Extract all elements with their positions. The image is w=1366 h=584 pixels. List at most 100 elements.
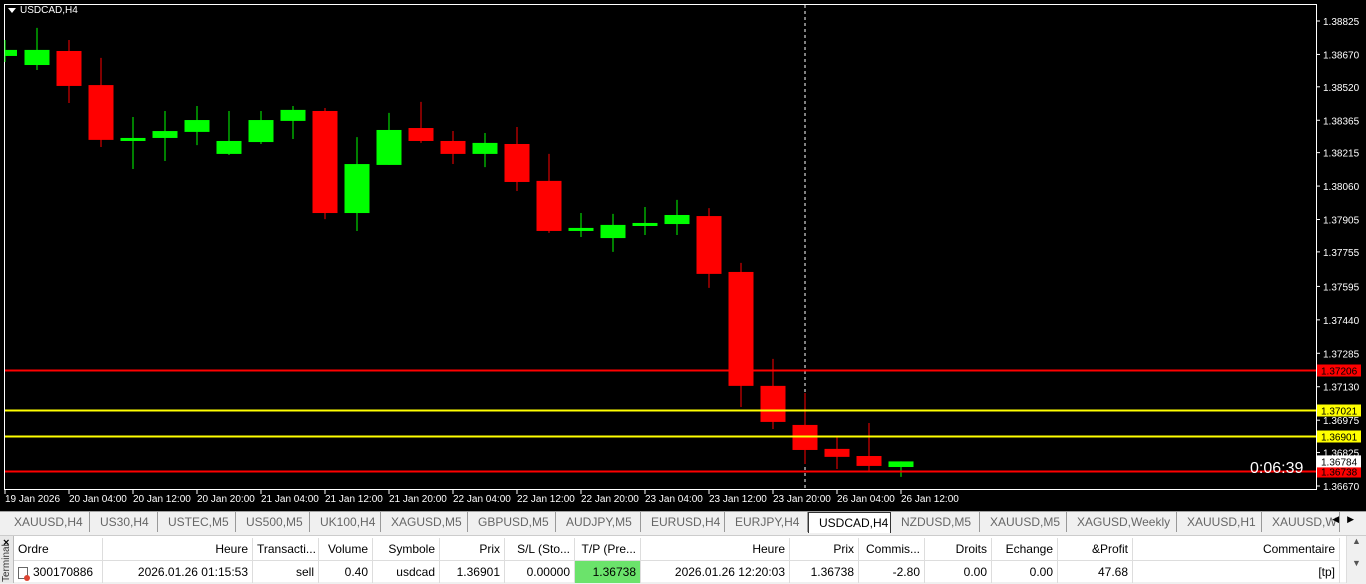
candle-body	[472, 142, 498, 154]
candle	[472, 132, 498, 168]
candle	[56, 39, 82, 103]
chart-tabs: XAUUSD,H4 US30,H4 USTEC,M5 US500,M5 UK100,H4…	[0, 511, 1366, 533]
candle	[824, 437, 850, 469]
candle	[664, 199, 690, 236]
column-header-heure[interactable]: Heure	[641, 538, 790, 560]
column-header-s-l-sto[interactable]: S/L (Sto...	[505, 538, 575, 560]
candle-body	[120, 137, 146, 141]
candle-body	[312, 110, 338, 214]
cell-value: sell	[295, 565, 314, 579]
chart-title[interactable]: USDCAD,H4	[8, 5, 78, 16]
y-tick-label: 1.37595	[1323, 282, 1360, 293]
scroll-down-icon[interactable]: ▼	[1347, 558, 1366, 568]
column-header-commis[interactable]: Commis...	[859, 538, 925, 560]
cell-transacti: sell	[253, 561, 319, 583]
tab-xauusd-w[interactable]: XAUUSD,W	[1262, 512, 1340, 532]
tab-xauusd-m5[interactable]: XAUUSD,M5	[980, 512, 1067, 532]
bar-countdown-timer: 0:06:39	[1250, 460, 1304, 477]
y-tick-label: 1.37905	[1323, 216, 1360, 227]
column-header-transacti[interactable]: Transacti...	[253, 538, 319, 560]
tab-us500-m5[interactable]: US500,M5	[236, 512, 310, 532]
x-tick-label: 22 Jan 04:00	[453, 494, 511, 505]
y-tick-label: 1.37440	[1323, 316, 1360, 327]
cell-value: 0.40	[344, 565, 368, 579]
y-tick-label: 1.38365	[1323, 116, 1360, 127]
column-header-t-p-pre[interactable]: T/P (Pre...	[575, 538, 641, 560]
cell-heure: 2026.01.26 12:20:03	[641, 561, 790, 583]
column-header-volume[interactable]: Volume	[319, 538, 373, 560]
tab-us30-h4[interactable]: US30,H4	[90, 512, 158, 532]
cell-value: 0.00	[1029, 565, 1053, 579]
y-tick-label: 1.36975	[1323, 416, 1360, 427]
x-tick-label: 19 Jan 2026	[5, 494, 60, 505]
x-tick-label: 23 Jan 04:00	[645, 494, 703, 505]
candle-body	[632, 222, 658, 226]
cell-t-p-pre: 1.36738	[575, 561, 641, 583]
cell-value: 47.68	[1097, 565, 1128, 579]
column-header-droits[interactable]: Droits	[925, 538, 992, 560]
tab-xagusd-m5[interactable]: XAGUSD,M5	[381, 512, 468, 532]
x-tick-label: 23 Jan 20:00	[773, 494, 831, 505]
x-tick-label: 21 Jan 04:00	[261, 494, 319, 505]
cell-value: 1.36738	[592, 565, 636, 579]
table-header: Ordre Heure Transacti... Volume Symbole Prix S…	[14, 538, 1340, 561]
tab-eurjpy-h4[interactable]: EURJPY,H4	[725, 512, 808, 532]
candle	[248, 110, 274, 144]
vertical-scrollbar[interactable]: ▲ ▼	[1346, 536, 1366, 583]
x-tick-label: 26 Jan 12:00	[901, 494, 959, 505]
cell-prix: 1.36738	[790, 561, 859, 583]
cell-value: 2026.01.26 01:15:53	[137, 565, 248, 579]
cell-s-l-sto: 0.00000	[505, 561, 575, 583]
candle-body	[152, 131, 178, 138]
cell-value: 2026.01.26 12:20:03	[674, 565, 785, 579]
tab-uk100-h4[interactable]: UK100,H4	[310, 512, 381, 532]
candle-body	[56, 50, 82, 86]
tab-nzdusd-m5[interactable]: NZDUSD,M5	[891, 512, 980, 532]
candle	[632, 207, 658, 236]
tab-scroll-arrows[interactable]: ◀▶	[1332, 514, 1362, 525]
x-tick-label: 20 Jan 04:00	[69, 494, 127, 505]
cell-commentaire: [tp]	[1133, 561, 1340, 583]
column-header--profit[interactable]: &Profit	[1058, 538, 1133, 560]
candle	[376, 112, 402, 165]
x-tick-label: 21 Jan 20:00	[389, 494, 447, 505]
cell-commis: -2.80	[859, 561, 925, 583]
y-tick-label: 1.37285	[1323, 349, 1360, 360]
candlestick-chart[interactable]: 1.38825 1.38670 1.38520 1.38365 1.38215 1.380…	[0, 0, 1366, 511]
tab-eurusd-h4[interactable]: EURUSD,H4	[641, 512, 725, 532]
column-header-symbole[interactable]: Symbole	[373, 538, 440, 560]
column-header-commentaire[interactable]: Commentaire	[1133, 538, 1340, 560]
scroll-up-icon[interactable]: ▲	[1347, 536, 1366, 546]
cell-symbole: usdcad	[373, 561, 440, 583]
tab-audjpy-m5[interactable]: AUDJPY,M5	[556, 512, 641, 532]
column-header-prix[interactable]: Prix	[790, 538, 859, 560]
candle	[152, 110, 178, 162]
column-header-echange[interactable]: Echange	[992, 538, 1058, 560]
price-chart[interactable]: 1.38825 1.38670 1.38520 1.38365 1.38215 1.380…	[0, 0, 1366, 511]
tab-xauusd-h4[interactable]: XAUUSD,H4	[4, 512, 90, 532]
column-header-ordre[interactable]: Ordre	[14, 538, 103, 560]
candle	[760, 358, 786, 430]
tab-usdcad-h4[interactable]: USDCAD,H4	[808, 512, 891, 533]
tab-ustec-m5[interactable]: USTEC,M5	[158, 512, 236, 532]
x-tick-label: 20 Jan 20:00	[197, 494, 255, 505]
candle-body	[248, 120, 274, 143]
candle	[24, 27, 50, 70]
candle	[792, 393, 818, 464]
cell-heure: 2026.01.26 01:15:53	[103, 561, 253, 583]
candle	[600, 213, 626, 252]
table-row[interactable]: 300170886 2026.01.26 01:15:53 sell 0.40 usdc…	[14, 561, 1340, 584]
candle	[440, 131, 466, 165]
candle-body	[600, 224, 626, 239]
candle	[4, 39, 17, 62]
candle-body	[504, 143, 530, 182]
tab-gbpusd-m5[interactable]: GBPUSD,M5	[468, 512, 556, 532]
tab-xauusd-h1[interactable]: XAUUSD,H1	[1177, 512, 1262, 532]
column-header-prix[interactable]: Prix	[440, 538, 505, 560]
candle-body	[24, 49, 50, 66]
dropdown-triangle-icon[interactable]	[8, 8, 16, 13]
terminal-sidebar: × Terminal	[0, 536, 14, 583]
candle-body	[280, 109, 306, 121]
column-header-heure[interactable]: Heure	[103, 538, 253, 560]
tab-xagusd-weekly[interactable]: XAGUSD,Weekly	[1067, 512, 1177, 532]
